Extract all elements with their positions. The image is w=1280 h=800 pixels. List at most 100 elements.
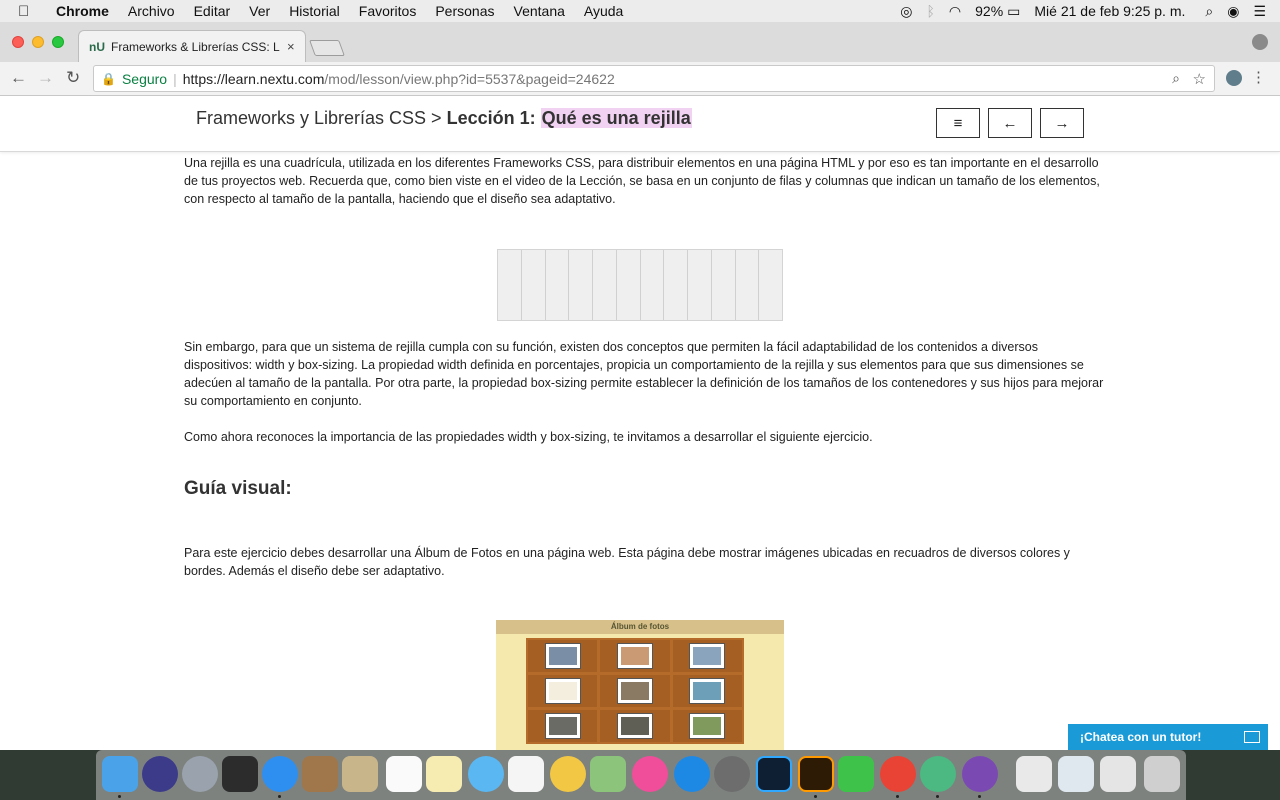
bluetooth-icon[interactable]: ᛒ (927, 3, 935, 19)
tab-title: Frameworks & Librerías CSS: L (111, 39, 280, 54)
url-text: https://learn.nextu.com/mod/lesson/view.… (183, 71, 615, 87)
new-tab-button[interactable] (309, 40, 345, 56)
address-bar[interactable]: 🔒 Seguro | https://learn.nextu.com/mod/l… (93, 65, 1215, 92)
clock[interactable]: Mié 21 de feb 9:25 p. m. (1034, 3, 1185, 19)
chrome-menu-icon[interactable]: ⋮ (1251, 68, 1266, 86)
mail-icon[interactable] (342, 756, 378, 792)
browser-toolbar: ← → ↻ 🔒 Seguro | https://learn.nextu.com… (0, 62, 1280, 96)
safari-icon[interactable] (262, 756, 298, 792)
extension-icon[interactable] (1226, 70, 1242, 86)
back-arrow-icon[interactable]: ← (10, 68, 27, 88)
bookmark-star-icon[interactable]: ☆ (1193, 70, 1206, 88)
photos-icon[interactable] (550, 756, 586, 792)
maps-icon[interactable] (590, 756, 626, 792)
reminders-icon[interactable] (508, 756, 544, 792)
grid-column (736, 250, 760, 320)
profile-icon[interactable] (1252, 34, 1268, 50)
grid-column (688, 250, 712, 320)
browser-window: nU Frameworks & Librerías CSS: L × ← → ↻… (0, 22, 1280, 750)
photoshop-icon[interactable] (756, 756, 792, 792)
apple-menu-icon[interactable]:  (18, 3, 38, 20)
visual-guide-heading: Guía visual: (184, 478, 292, 499)
app-store-icon[interactable] (674, 756, 710, 792)
lock-icon: 🔒 (101, 71, 116, 86)
breadcrumb: Frameworks y Librerías CSS > Lección 1: … (196, 108, 692, 129)
menu-archivo[interactable]: Archivo (128, 3, 175, 19)
menu-editar[interactable]: Editar (194, 3, 231, 19)
exercise-paragraph: Para este ejercicio debes desarrollar un… (184, 546, 1070, 578)
course-link[interactable]: Frameworks y Librerías CSS > (196, 108, 442, 128)
illustrator-icon[interactable] (798, 756, 834, 792)
tab-close-icon[interactable]: × (287, 39, 295, 54)
menu-favoritos[interactable]: Favoritos (359, 3, 417, 19)
facetime-icon[interactable] (838, 756, 874, 792)
landscape-photo (545, 644, 580, 668)
minimize-window-button[interactable] (32, 36, 44, 48)
siri-icon[interactable] (142, 756, 178, 792)
bird-photo (545, 679, 580, 703)
system-preferences-icon[interactable] (714, 756, 750, 792)
album-cell (672, 710, 742, 742)
messages-icon[interactable] (468, 756, 504, 792)
lesson-menu-button[interactable]: ≡ (936, 108, 980, 138)
itunes-icon[interactable] (632, 756, 668, 792)
grid-column (664, 250, 688, 320)
creative-cloud-icon[interactable]: ◎ (900, 3, 912, 20)
menu-app-name[interactable]: Chrome (56, 3, 109, 19)
wifi-icon[interactable]: ◠ (949, 3, 961, 20)
launchpad-icon[interactable] (182, 756, 218, 792)
forward-arrow-icon[interactable]: → (37, 68, 54, 88)
notes-icon[interactable] (302, 756, 338, 792)
photo-album-image: Álbum de fotos (496, 620, 784, 750)
lesson-header: Frameworks y Librerías CSS > Lección 1: … (0, 96, 1280, 152)
album-cell (600, 710, 670, 742)
album-cell (528, 640, 598, 672)
battery-icon[interactable]: ▭ (1007, 3, 1020, 20)
calendar-icon[interactable] (386, 756, 422, 792)
chrome-icon[interactable] (880, 756, 916, 792)
downloads-stack-icon[interactable] (1016, 756, 1052, 792)
whale-photo (690, 679, 725, 703)
chat-tutor-label: ¡Chatea con un tutor! (1080, 730, 1202, 744)
lesson-label: Lección 1: (446, 108, 536, 128)
menu-bar:  Chrome Archivo Editar Ver Historial Fa… (0, 0, 1280, 22)
reload-icon[interactable]: ↻ (66, 68, 80, 88)
trash-icon[interactable] (1144, 756, 1180, 792)
atom-icon[interactable] (920, 756, 956, 792)
url-path: /mod/lesson/view.php?id=5537&pageid=2462… (324, 70, 615, 87)
omnibox-separator: | (173, 70, 177, 87)
running-indicator (978, 795, 981, 798)
bear-photo (690, 714, 725, 738)
desktop-stack-icon[interactable] (1100, 756, 1136, 792)
menu-ver[interactable]: Ver (249, 3, 270, 19)
chat-tutor-button[interactable]: ¡Chatea con un tutor! (1068, 724, 1268, 750)
lesson-title: Qué es una rejilla (540, 108, 692, 128)
zoom-icon[interactable]: ⌕ (1172, 70, 1180, 87)
security-label: Seguro (121, 70, 168, 87)
grid-column (569, 250, 593, 320)
zoom-window-button[interactable] (52, 36, 64, 48)
notification-center-icon[interactable]: ☰ (1253, 3, 1266, 20)
battery-percent[interactable]: 92% (975, 3, 1003, 19)
buffalo-photo (617, 714, 652, 738)
stickies-icon[interactable] (426, 756, 462, 792)
menu-historial[interactable]: Historial (289, 3, 340, 19)
finder-icon[interactable] (102, 756, 138, 792)
close-window-button[interactable] (12, 36, 24, 48)
mission-control-icon[interactable] (222, 756, 258, 792)
running-indicator (278, 795, 281, 798)
running-indicator (896, 795, 899, 798)
spotlight-icon[interactable]: ⌕ (1205, 3, 1213, 20)
browser-tab-active[interactable]: nU Frameworks & Librerías CSS: L × (78, 30, 306, 62)
github-icon[interactable] (962, 756, 998, 792)
menu-ventana[interactable]: Ventana (514, 3, 565, 19)
elephant-photo (545, 714, 580, 738)
running-indicator (936, 795, 939, 798)
menu-personas[interactable]: Personas (435, 3, 494, 19)
album-cell (672, 640, 742, 672)
next-page-button[interactable]: → (1040, 108, 1084, 138)
previous-page-button[interactable]: ← (988, 108, 1032, 138)
siri-icon[interactable]: ◉ (1227, 3, 1239, 20)
menu-ayuda[interactable]: Ayuda (584, 3, 623, 19)
documents-stack-icon[interactable] (1058, 756, 1094, 792)
